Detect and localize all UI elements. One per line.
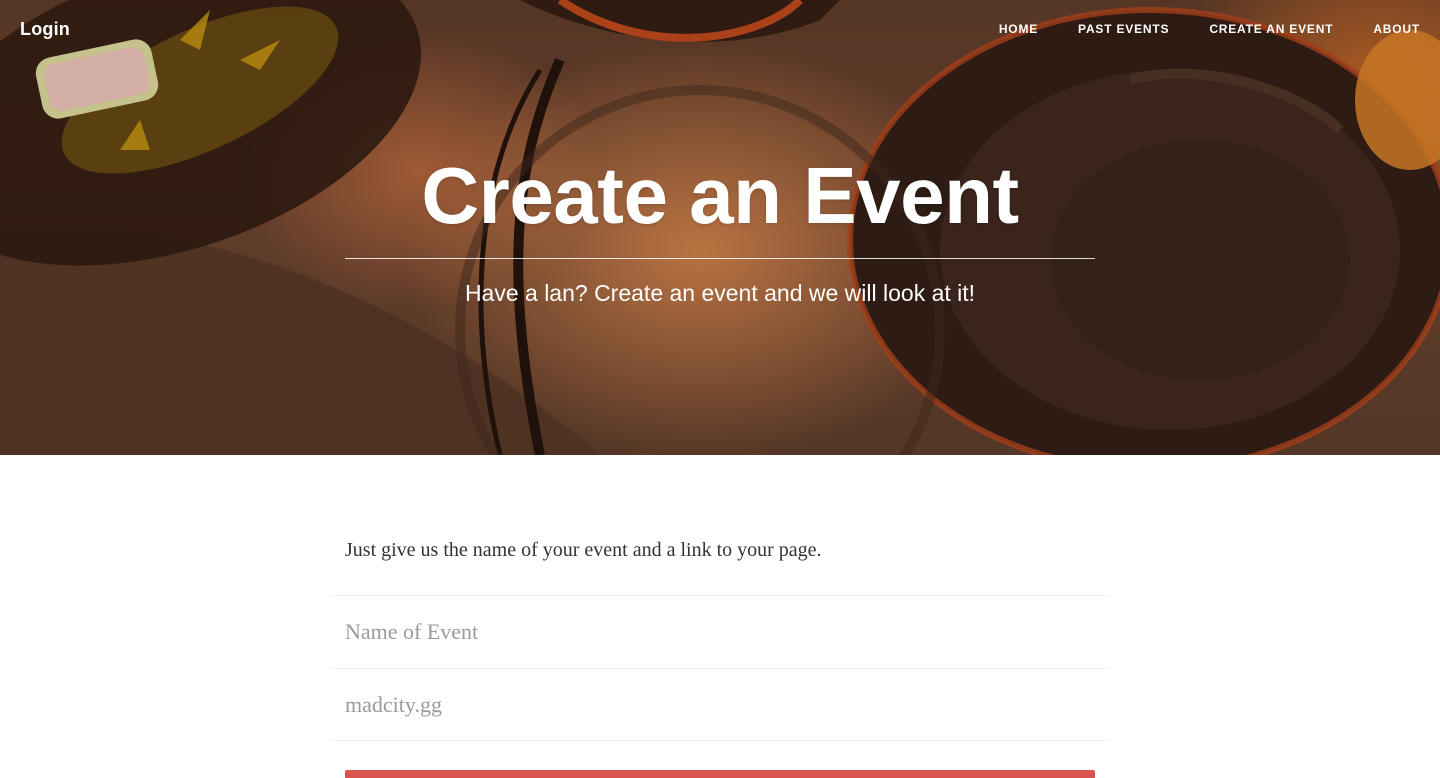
login-link[interactable]: Login xyxy=(20,19,70,40)
title-divider xyxy=(345,258,1095,259)
nav-home-link[interactable]: HOME xyxy=(999,22,1038,36)
page: Login HOME PAST EVENTS CREATE AN EVENT A… xyxy=(0,0,1440,778)
event-name-input[interactable] xyxy=(345,596,1095,668)
page-title: Create an Event xyxy=(421,151,1019,240)
nav-past-events-link[interactable]: PAST EVENTS xyxy=(1078,22,1169,36)
nav-links: HOME PAST EVENTS CREATE AN EVENT ABOUT xyxy=(959,22,1420,36)
top-navigation: Login HOME PAST EVENTS CREATE AN EVENT A… xyxy=(0,0,1440,60)
form-intro-text: Just give us the name of your event and … xyxy=(345,539,822,561)
page-subtitle: Have a lan? Create an event and we will … xyxy=(464,280,976,306)
submit-button[interactable] xyxy=(345,770,1095,778)
event-name-field-row xyxy=(330,595,1110,668)
nav-create-event-link[interactable]: CREATE AN EVENT xyxy=(1209,22,1333,36)
nav-about-link[interactable]: ABOUT xyxy=(1373,22,1420,36)
event-link-input[interactable] xyxy=(345,669,1095,741)
event-link-field-row xyxy=(330,668,1110,741)
hero-banner: Login HOME PAST EVENTS CREATE AN EVENT A… xyxy=(0,0,1440,455)
